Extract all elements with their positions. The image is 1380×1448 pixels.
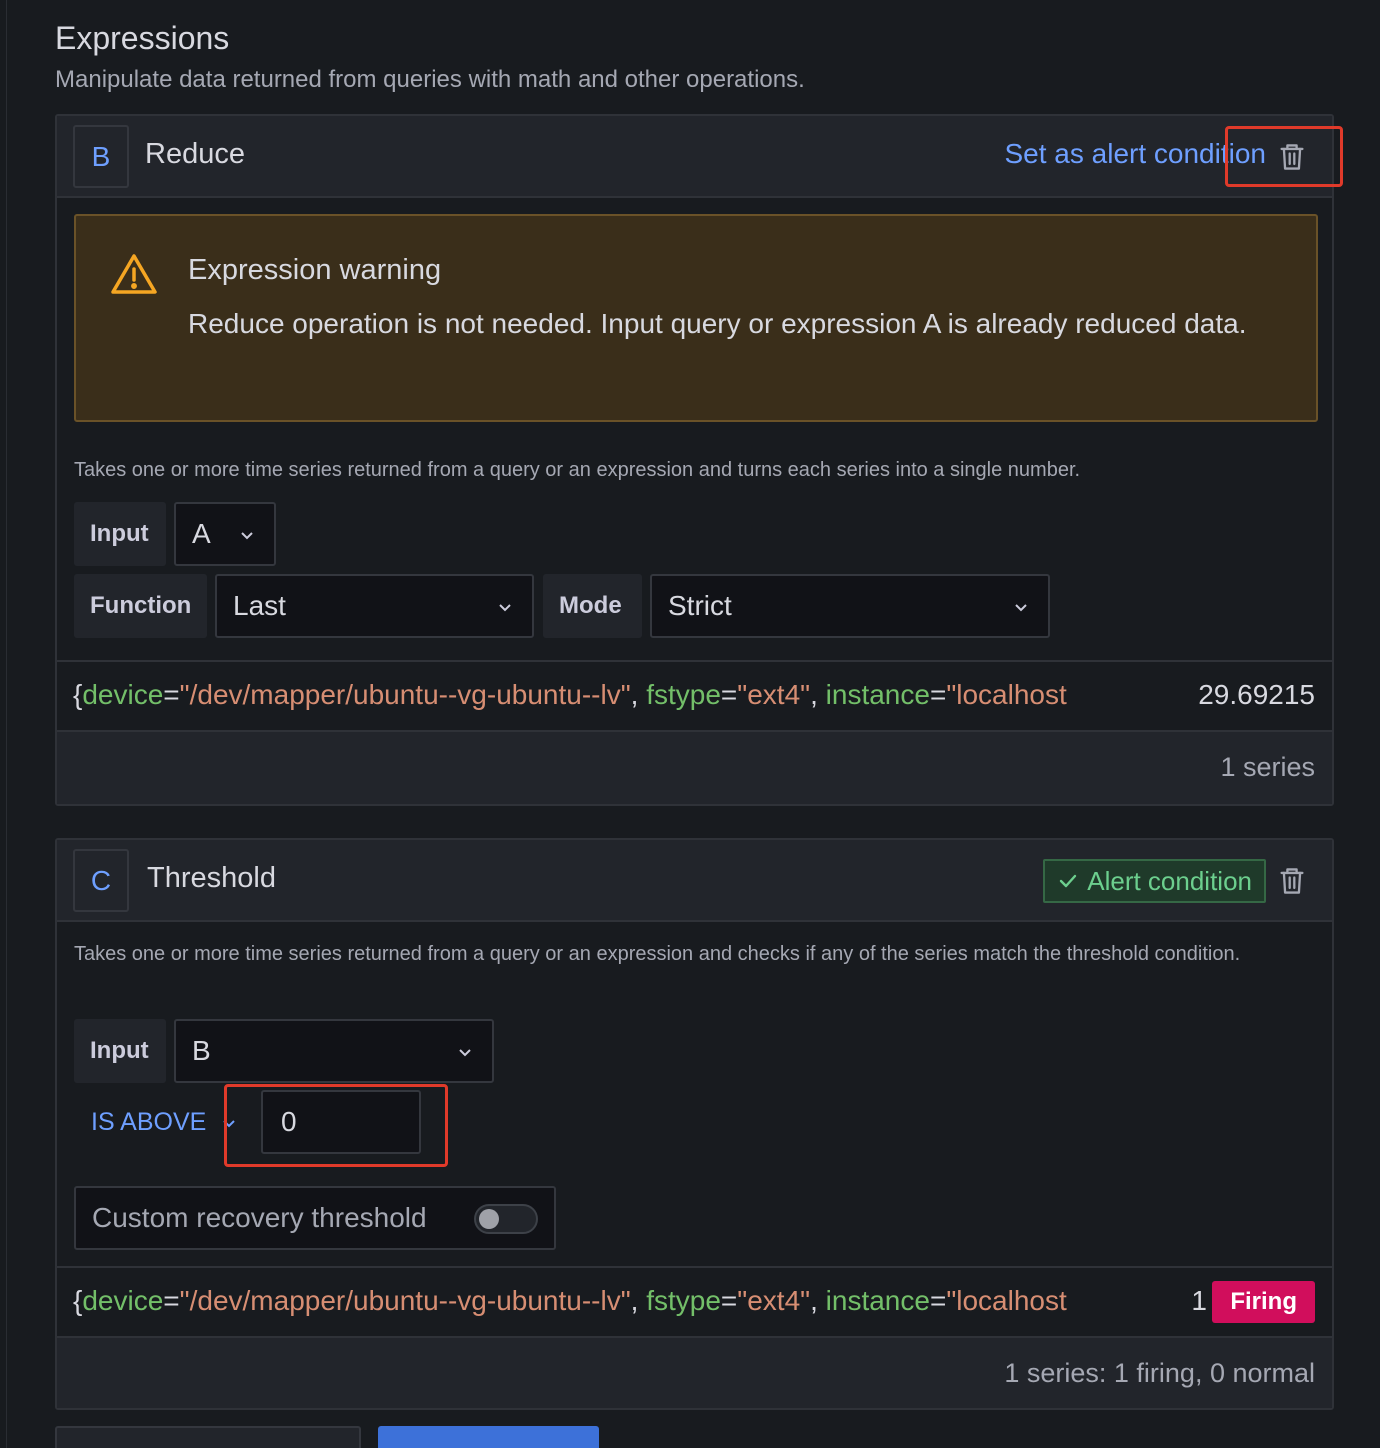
expression-warning-alert: Expression warning Reduce operation is n…: [74, 214, 1318, 422]
input-select-value: A: [192, 518, 211, 549]
series-result-row: {device="/dev/mapper/ubuntu--vg-ubuntu--…: [57, 660, 1332, 732]
recovery-threshold-toggle[interactable]: [474, 1204, 538, 1234]
set-as-alert-condition-button[interactable]: Set as alert condition: [1005, 138, 1267, 170]
chevron-down-icon: [1015, 604, 1027, 612]
warning-text: Reduce operation is not needed. Input qu…: [188, 308, 1247, 339]
custom-recovery-threshold-field: Custom recovery threshold: [74, 1186, 556, 1250]
function-select-value: Last: [233, 590, 286, 621]
delete-expression-icon[interactable]: [1278, 866, 1306, 896]
expression-ref-id[interactable]: C: [73, 849, 129, 912]
threshold-value-input[interactable]: 0: [261, 1090, 421, 1154]
delete-expression-icon[interactable]: [1278, 142, 1306, 172]
expression-header: B Reduce Set as alert condition: [57, 116, 1332, 198]
series-value: 1: [1177, 1285, 1207, 1317]
function-select[interactable]: Last: [215, 574, 534, 638]
chevron-down-icon: [223, 1119, 236, 1127]
input-select-value: B: [192, 1035, 211, 1066]
warning-triangle-icon: [110, 252, 158, 296]
mode-select-value: Strict: [668, 590, 732, 621]
section-title: Expressions: [55, 20, 230, 56]
expression-type-title: Reduce: [145, 138, 245, 170]
expression-description: Takes one or more time series returned f…: [74, 943, 1241, 965]
mode-label: Mode: [543, 574, 642, 638]
expression-card-reduce: B Reduce Set as alert condition Expressi…: [55, 114, 1334, 806]
recovery-label: Custom recovery threshold: [92, 1202, 427, 1233]
input-select[interactable]: A: [174, 502, 276, 566]
left-border: [6, 0, 7, 1448]
mode-select[interactable]: Strict: [650, 574, 1050, 638]
check-icon: [1060, 874, 1077, 888]
preview-button[interactable]: [378, 1426, 599, 1448]
expression-header: C Threshold Alert condition: [57, 840, 1332, 922]
series-labels: {device="/dev/mapper/ubuntu--vg-ubuntu--…: [73, 1285, 1067, 1316]
expression-description: Takes one or more time series returned f…: [74, 459, 1081, 481]
alert-condition-badge: Alert condition: [1043, 859, 1266, 903]
input-label: Input: [74, 502, 166, 566]
series-result-row: {device="/dev/mapper/ubuntu--vg-ubuntu--…: [57, 1266, 1332, 1338]
comparator-label: IS ABOVE: [91, 1108, 207, 1136]
expression-type-title: Threshold: [147, 862, 276, 894]
input-select[interactable]: B: [174, 1019, 494, 1083]
warning-title: Expression warning: [188, 254, 442, 286]
expression-card-threshold: C Threshold Alert condition Takes one or…: [55, 838, 1334, 1410]
result-footer: 1 series: 1 firing, 0 normal: [57, 1338, 1332, 1408]
toggle-knob: [479, 1209, 499, 1229]
chevron-down-icon: [459, 1049, 471, 1057]
function-label: Function: [74, 574, 207, 638]
alert-condition-label: Alert condition: [1087, 865, 1252, 896]
firing-state-badge: Firing: [1212, 1281, 1315, 1323]
series-count: 1 series: [1220, 752, 1315, 782]
result-footer: 1 series: [57, 732, 1332, 804]
threshold-comparator-select[interactable]: IS ABOVE: [91, 1108, 236, 1137]
chevron-down-icon: [499, 604, 511, 612]
input-label: Input: [74, 1019, 166, 1083]
chevron-down-icon: [241, 532, 253, 540]
section-description: Manipulate data returned from queries wi…: [55, 66, 805, 93]
series-value: 29.69215: [1188, 679, 1315, 711]
series-summary: 1 series: 1 firing, 0 normal: [1004, 1358, 1315, 1388]
add-expression-button[interactable]: [55, 1426, 361, 1448]
series-labels: {device="/dev/mapper/ubuntu--vg-ubuntu--…: [73, 679, 1067, 710]
expression-ref-id[interactable]: B: [73, 125, 129, 188]
